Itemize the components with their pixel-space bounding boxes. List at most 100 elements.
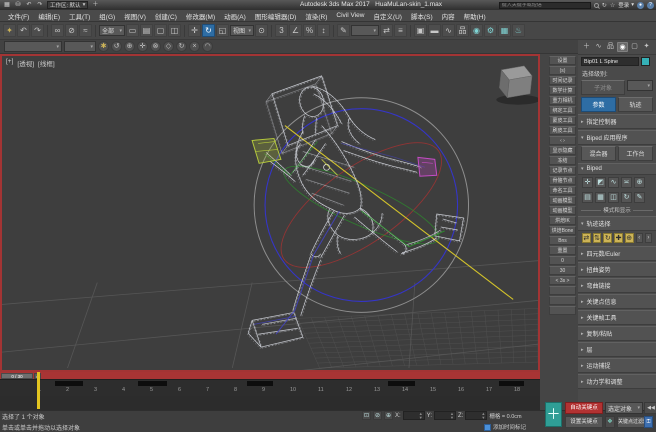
- tb2-icon-7-icon[interactable]: ×: [189, 41, 200, 52]
- biped-file-icon-4[interactable]: ✎: [634, 192, 645, 203]
- render-icon[interactable]: ♨: [512, 24, 525, 37]
- strip-button-3[interactable]: 数学计算: [549, 86, 576, 95]
- select-region-icon[interactable]: ▢: [154, 24, 167, 37]
- rollout-collapsed-1[interactable]: ▸扭曲姿势: [578, 262, 656, 277]
- menu-item-9[interactable]: 渲染(R): [301, 10, 331, 22]
- undo-icon[interactable]: ↶: [17, 24, 30, 37]
- track-selection-icon-2[interactable]: ↻: [603, 233, 612, 243]
- menu-item-0[interactable]: 文件(F): [4, 10, 33, 22]
- trajectories-button[interactable]: 轨迹: [618, 97, 653, 112]
- isolate-selection-icon[interactable]: ⊡: [362, 411, 371, 420]
- mixer-button[interactable]: 混合器: [581, 146, 616, 161]
- workbench-button[interactable]: 工作台: [618, 146, 653, 161]
- rollout-collapsed-6[interactable]: ▸层: [578, 342, 656, 357]
- viewport-menu-view[interactable]: [透视]: [17, 58, 34, 68]
- biped-file-icon-2[interactable]: ◫: [608, 192, 619, 203]
- sub-object-button[interactable]: 子对象: [581, 80, 625, 95]
- edit-named-selection-icon[interactable]: ✎: [337, 24, 350, 37]
- select-by-name-icon[interactable]: ▤: [140, 24, 153, 37]
- menu-item-8[interactable]: 图形编辑器(D): [251, 10, 301, 22]
- object-color-swatch[interactable]: [641, 57, 650, 66]
- material-editor-icon[interactable]: ◉: [470, 24, 483, 37]
- rollout-collapsed-3[interactable]: ▸关键点信息: [578, 294, 656, 309]
- select-move-icon[interactable]: ✛: [188, 24, 201, 37]
- rollout-collapsed-2[interactable]: ▸弯曲链接: [578, 278, 656, 293]
- rollout-assign-controller[interactable]: ▸ 指定控制器: [578, 114, 656, 129]
- tb2-combo-1-combo[interactable]: ▾: [4, 41, 62, 52]
- strip-button-10[interactable]: 冻结: [549, 156, 576, 165]
- auto-key-button[interactable]: 自动关键点: [565, 402, 603, 414]
- biped-file-icon-3[interactable]: ↻: [621, 192, 632, 203]
- rollout-collapsed-4[interactable]: ▸关键帧工具: [578, 310, 656, 325]
- use-pivot-center-icon[interactable]: ⊙: [255, 24, 268, 37]
- sub-object-combo[interactable]: ▾: [627, 80, 653, 91]
- tb2-icon-5-icon[interactable]: ◇: [163, 41, 174, 52]
- track-selection-icon-4[interactable]: ⊕: [625, 233, 634, 243]
- tb2-icon-8-icon[interactable]: ◠: [202, 41, 213, 52]
- menu-item-12[interactable]: 脚本(S): [407, 10, 437, 22]
- undo-quick-icon[interactable]: ↶: [25, 1, 33, 9]
- strip-button-21[interactable]: 30: [549, 266, 576, 275]
- rollout-collapsed-0[interactable]: ▸四元数/Euler: [578, 246, 656, 261]
- key-filter-combo[interactable]: 选定对象▾: [605, 402, 643, 414]
- notification-icon[interactable]: ●: [637, 2, 644, 9]
- menu-item-11[interactable]: 自定义(U): [369, 10, 406, 22]
- percent-snap-icon[interactable]: %: [303, 24, 316, 37]
- strip-button-7[interactable]: 刷皮工具: [549, 126, 576, 135]
- menu-item-14[interactable]: 帮助(H): [460, 10, 490, 22]
- biped-mode-icon-0[interactable]: ✛: [582, 177, 593, 188]
- tb2-combo-2-combo[interactable]: ▾: [64, 41, 96, 52]
- strip-button-12[interactable]: 骨骼节点: [549, 176, 576, 185]
- add-time-tag-label[interactable]: 添加时间标记: [493, 423, 526, 431]
- ribbon-toggle-icon[interactable]: ▬: [428, 24, 441, 37]
- biped-mode-icon-4[interactable]: ⊕: [634, 177, 645, 188]
- strip-button-22[interactable]: < 3s >: [549, 276, 576, 285]
- unlink-icon[interactable]: ⊘: [65, 24, 78, 37]
- rollout-collapsed-7[interactable]: ▸运动捕捉: [578, 358, 656, 373]
- object-name-field[interactable]: [581, 57, 639, 66]
- tb2-icon-4-icon[interactable]: ⊗: [150, 41, 161, 52]
- tab-motion[interactable]: ◉: [617, 42, 628, 52]
- rotate-gizmo[interactable]: [254, 98, 513, 313]
- time-slider-handle[interactable]: 0 / 30: [1, 373, 33, 379]
- x-coordinate-field[interactable]: ▲▼: [403, 411, 425, 420]
- save-icon[interactable]: ⛁: [14, 1, 22, 9]
- tab-create[interactable]: ＋: [581, 42, 592, 52]
- menu-item-3[interactable]: 组(G): [95, 10, 119, 22]
- set-key-button[interactable]: 设置关键点: [565, 416, 603, 428]
- strip-button-5[interactable]: 绑定工具: [549, 106, 576, 115]
- bind-spacewarp-icon[interactable]: ≈: [79, 24, 92, 37]
- viewport-scene[interactable]: [2, 56, 538, 370]
- menu-item-13[interactable]: 内容: [438, 10, 459, 22]
- rollout-collapsed-5[interactable]: ▸复制/粘贴: [578, 326, 656, 341]
- viewport-menu-plus[interactable]: [+]: [6, 58, 13, 68]
- perspective-viewport[interactable]: [+] [透视] [线框]: [0, 54, 540, 372]
- viewport-menu-shading[interactable]: [线框]: [38, 58, 55, 68]
- tb2-lock-icon[interactable]: ✱: [98, 41, 109, 52]
- tab-utilities[interactable]: ✦: [641, 42, 652, 52]
- strip-button-8[interactable]: ‹ ›: [549, 136, 576, 145]
- track-bar[interactable]: 123456789101112131415161718: [0, 379, 540, 396]
- mirror-icon[interactable]: ⇄: [380, 24, 393, 37]
- curve-editor-icon[interactable]: ∿: [442, 24, 455, 37]
- rendered-frame-icon[interactable]: ▦: [498, 24, 511, 37]
- search-input[interactable]: [499, 2, 591, 9]
- menu-item-7[interactable]: 动画(A): [220, 10, 250, 22]
- y-coordinate-field[interactable]: ▲▼: [434, 411, 456, 420]
- strip-button-19[interactable]: 重置: [549, 246, 576, 255]
- menu-item-2[interactable]: 工具(T): [65, 10, 94, 22]
- time-slider-track[interactable]: [0, 372, 540, 379]
- help-icon[interactable]: ?: [647, 2, 654, 9]
- rollout-biped-apps[interactable]: ▾ Biped 应用程序: [578, 130, 656, 145]
- track-selection-icon-3[interactable]: ✚: [614, 233, 623, 243]
- strip-button-15[interactable]: 动画模型: [549, 206, 576, 215]
- biped-mode-icon-3[interactable]: ≍: [621, 177, 632, 188]
- menu-item-6[interactable]: 修改器(M): [182, 10, 219, 22]
- key-mode-toggle-button[interactable]: ⚿: [644, 416, 653, 428]
- app-logo-icon[interactable]: ▦: [3, 1, 11, 9]
- render-setup-icon[interactable]: ⚙: [484, 24, 497, 37]
- menu-item-1[interactable]: 编辑(E): [34, 10, 64, 22]
- strip-button-6[interactable]: 蒙皮工具: [549, 116, 576, 125]
- select-scale-icon[interactable]: ◱: [216, 24, 229, 37]
- workspace-combo[interactable]: 工作区: 默认▾: [47, 1, 88, 9]
